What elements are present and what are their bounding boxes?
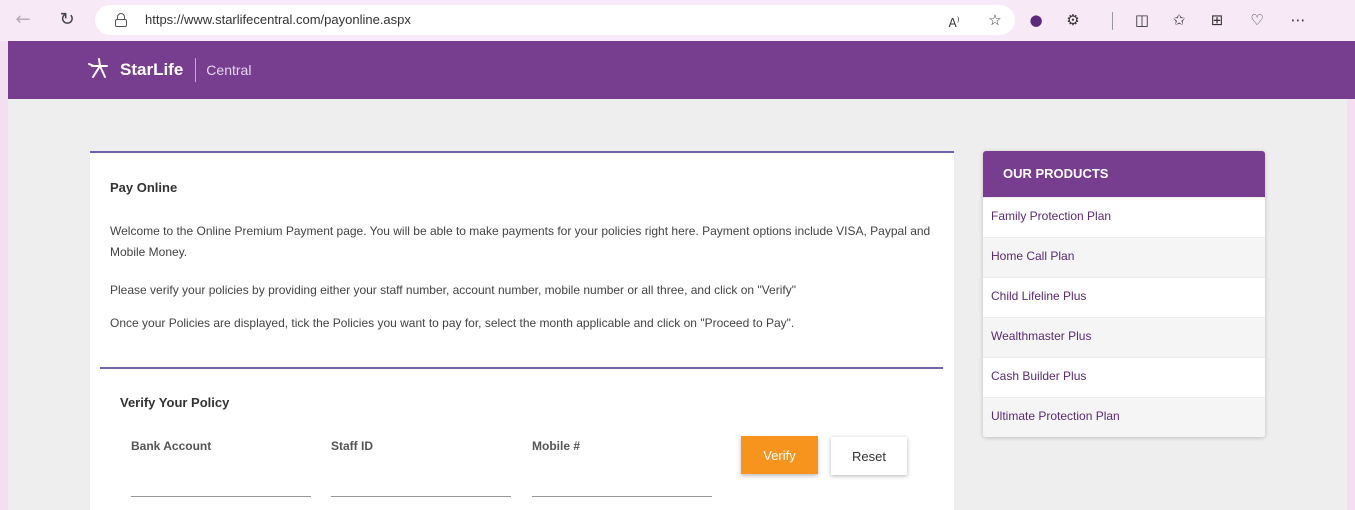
pay-online-card: Pay Online Welcome to the Online Premium… bbox=[90, 151, 954, 510]
verify-section-title: Verify Your Policy bbox=[120, 395, 230, 410]
sub-brand-name: Central bbox=[206, 62, 252, 78]
product-wealthmaster-plus[interactable]: Wealthmaster Plus bbox=[983, 317, 1265, 357]
page-title: Pay Online bbox=[110, 180, 178, 195]
extension-icon[interactable]: ● bbox=[1025, 9, 1047, 31]
products-list: Family Protection Plan Home Call Plan Ch… bbox=[983, 197, 1265, 437]
brand-name: StarLife bbox=[120, 60, 184, 79]
mobile-label: Mobile # bbox=[532, 439, 581, 453]
logo-divider bbox=[195, 58, 197, 82]
product-child-lifeline-plus[interactable]: Child Lifeline Plus bbox=[983, 277, 1265, 317]
product-cash-builder-plus[interactable]: Cash Builder Plus bbox=[983, 357, 1265, 397]
refresh-icon[interactable]: ↻ bbox=[56, 9, 78, 31]
performance-icon[interactable]: ♡ bbox=[1246, 9, 1268, 31]
starlife-logo[interactable]: StarLife Central bbox=[82, 56, 251, 84]
lock-icon[interactable] bbox=[115, 13, 127, 27]
address-bar[interactable]: https://www.starlifecentral.com/payonlin… bbox=[95, 5, 1015, 35]
intro-paragraph: Welcome to the Online Premium Payment pa… bbox=[110, 224, 931, 259]
read-aloud-icon[interactable]: A) bbox=[943, 9, 965, 31]
verify-instructions: Please verify your policies by providing… bbox=[110, 283, 796, 297]
staff-id-input[interactable] bbox=[331, 469, 511, 497]
favorite-star-icon[interactable]: ☆ bbox=[984, 9, 1006, 31]
product-family-protection-plan[interactable]: Family Protection Plan bbox=[983, 197, 1265, 237]
browser-toolbar: ← ↻ https://www.starlifecentral.com/payo… bbox=[0, 0, 1355, 41]
content-area: Pay Online Welcome to the Online Premium… bbox=[8, 99, 1347, 510]
product-home-call-plan[interactable]: Home Call Plan bbox=[983, 237, 1265, 277]
products-panel: OUR PRODUCTS Family Protection Plan Home… bbox=[983, 151, 1265, 437]
puzzle-icon[interactable]: ⚙ bbox=[1062, 9, 1084, 31]
product-ultimate-protection-plan[interactable]: Ultimate Protection Plan bbox=[983, 397, 1265, 437]
products-heading: OUR PRODUCTS bbox=[983, 151, 1265, 197]
url-text[interactable]: https://www.starlifecentral.com/payonlin… bbox=[145, 12, 411, 27]
bank-account-input[interactable] bbox=[131, 469, 311, 497]
favorites-icon[interactable]: ✩ bbox=[1168, 9, 1190, 31]
mobile-input[interactable] bbox=[532, 469, 712, 497]
collections-icon[interactable]: ⊞ bbox=[1206, 9, 1228, 31]
pay-instructions: Once your Policies are displayed, tick t… bbox=[110, 316, 795, 330]
reset-button[interactable]: Reset bbox=[831, 437, 907, 475]
toolbar-divider bbox=[1112, 12, 1113, 30]
verify-button[interactable]: Verify bbox=[741, 436, 818, 474]
site-header: StarLife Central bbox=[8, 41, 1355, 99]
split-screen-icon[interactable]: ◫ bbox=[1131, 9, 1153, 31]
back-icon[interactable]: ← bbox=[12, 9, 34, 31]
star-logo-icon bbox=[88, 58, 108, 78]
bank-account-label: Bank Account bbox=[131, 439, 212, 453]
staff-id-label: Staff ID bbox=[331, 439, 373, 453]
more-icon[interactable]: ⋯ bbox=[1287, 9, 1309, 31]
section-divider bbox=[100, 367, 943, 369]
